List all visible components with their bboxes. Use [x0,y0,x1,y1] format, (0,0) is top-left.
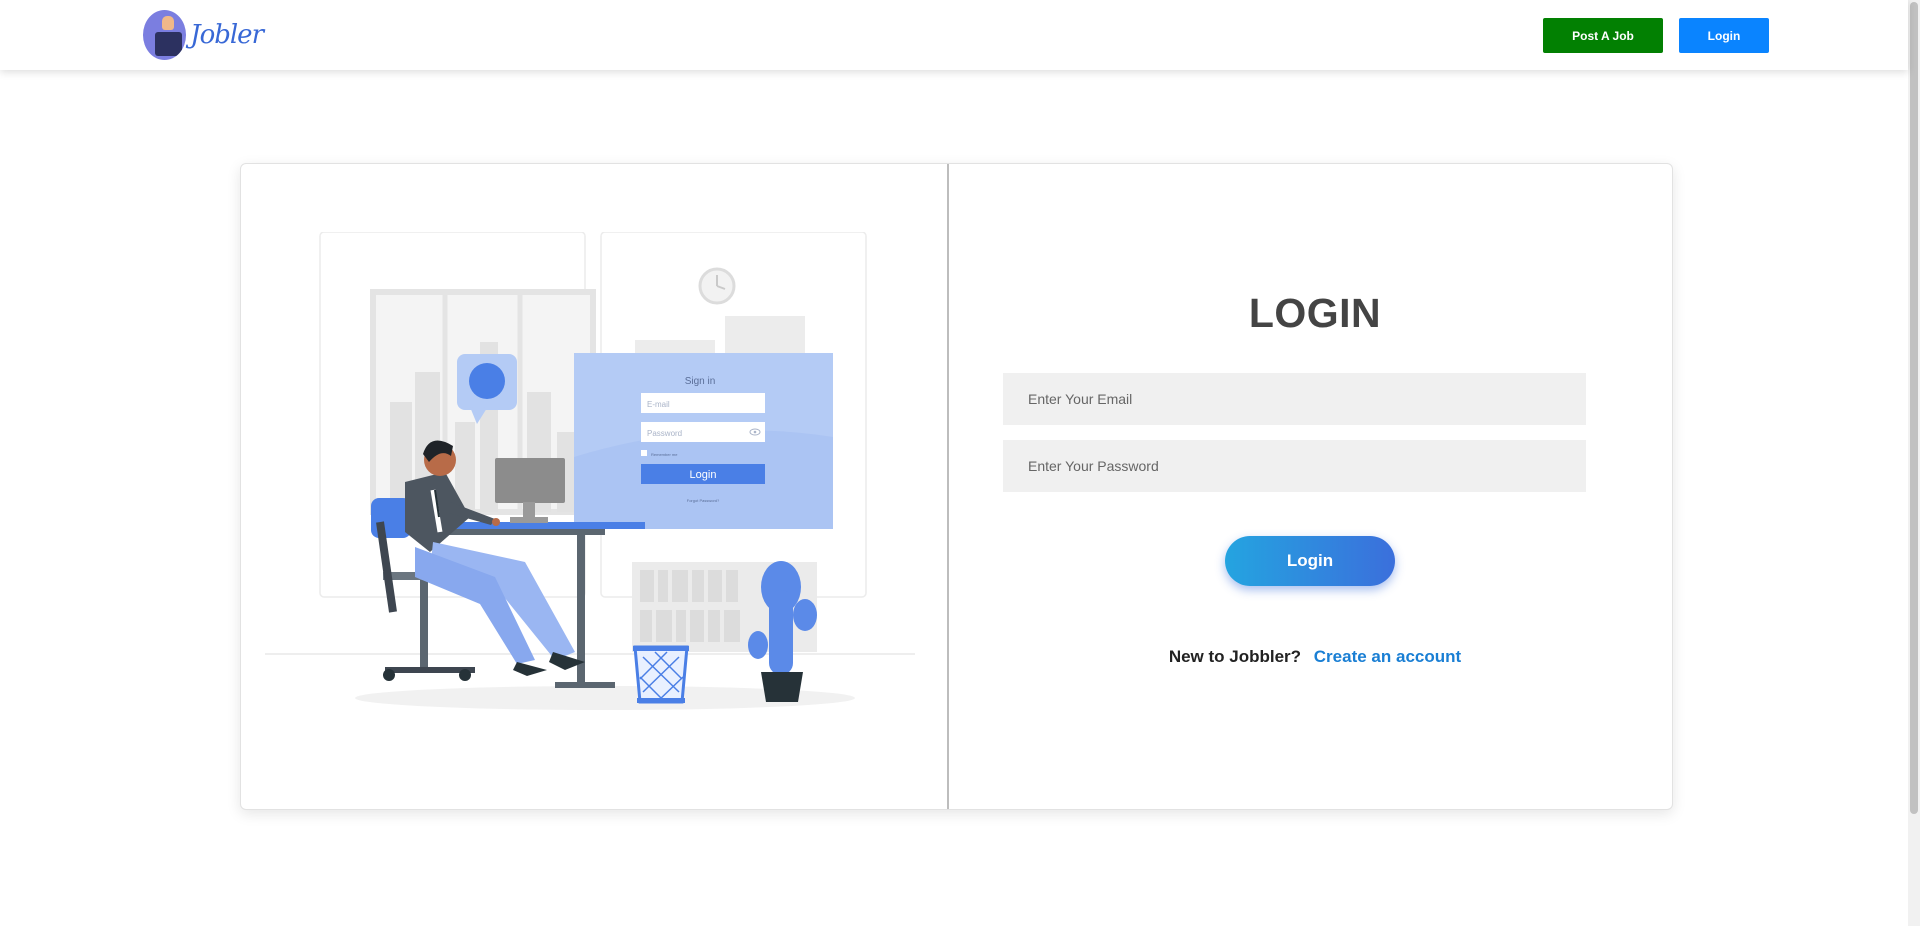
login-illustration: Sign in E-mail Password Remember me Logi… [265,232,915,710]
create-account-link[interactable]: Create an account [1314,647,1461,666]
checkbox-icon [641,450,647,456]
panel-login: Login [690,469,717,481]
page-scrollbar[interactable] [1908,0,1920,926]
login-form: LOGIN Login New to Jobbler? Create an ac… [949,164,1673,809]
wastebasket-icon [633,645,689,704]
signup-row: New to Jobbler? Create an account [949,647,1681,667]
panel-forgot: Forgot Password? [687,498,720,503]
login-submit-button[interactable]: Login [1225,536,1395,586]
panel-title: Sign in [685,376,716,387]
login-card: Sign in E-mail Password Remember me Logi… [240,163,1673,810]
email-field[interactable] [1003,373,1586,425]
panel-password: Password [647,429,682,438]
panel-email: E-mail [647,400,670,409]
login-title: LOGIN [1248,290,1382,336]
site-logo[interactable]: Jobler [143,9,264,61]
panel-remember: Remember me [651,452,678,457]
post-job-button[interactable]: Post A Job [1543,18,1663,53]
logo-text: Jobler [190,20,264,50]
briefcase-logo-icon [143,10,187,60]
header-login-button[interactable]: Login [1679,18,1769,53]
clock-icon [698,267,736,305]
signup-question: New to Jobbler? [1168,647,1302,666]
top-navbar: Jobler Post A Job Login [0,0,1908,70]
scrollbar-thumb[interactable] [1910,2,1918,814]
password-field[interactable] [1003,440,1586,492]
